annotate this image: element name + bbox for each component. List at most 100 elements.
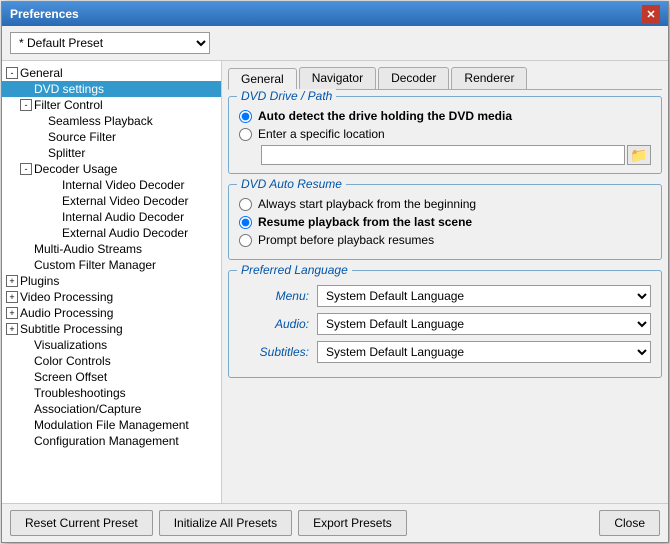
sidebar-item-modulation[interactable]: Modulation File Management <box>2 417 221 433</box>
sidebar-item-cc-label: Color Controls <box>34 354 111 368</box>
always-start-radio[interactable] <box>239 198 252 211</box>
expand-icon-general: - <box>6 67 18 79</box>
path-input[interactable] <box>261 145 625 165</box>
sidebar-item-mod-label: Modulation File Management <box>34 418 189 432</box>
always-start-label[interactable]: Always start playback from the beginning <box>258 197 476 211</box>
sidebar-item-external-audio[interactable]: External Audio Decoder <box>2 225 221 241</box>
audio-lang-label: Audio: <box>239 317 309 331</box>
preferences-window: Preferences ✕ * Default Preset - General… <box>1 1 669 543</box>
sidebar-item-filter-control[interactable]: - Filter Control <box>2 97 221 113</box>
export-presets-button[interactable]: Export Presets <box>298 510 407 536</box>
sidebar-item-troubleshootings[interactable]: Troubleshootings <box>2 385 221 401</box>
sidebar-item-ead-label: External Audio Decoder <box>62 226 188 240</box>
sidebar: - General DVD settings - Filter Control … <box>2 61 222 503</box>
sidebar-item-filter-label: Filter Control <box>34 98 103 112</box>
sidebar-item-visualizations[interactable]: Visualizations <box>2 337 221 353</box>
resume-last-radio[interactable] <box>239 216 252 229</box>
sidebar-item-evd-label: External Video Decoder <box>62 194 189 208</box>
specific-location-radio[interactable] <box>239 128 252 141</box>
prompt-radio[interactable] <box>239 234 252 247</box>
expand-icon-filter: - <box>20 99 32 111</box>
audio-lang-select[interactable]: System Default Language <box>317 313 651 335</box>
sidebar-item-ap-label: Audio Processing <box>20 306 113 320</box>
sidebar-item-iad-label: Internal Audio Decoder <box>62 210 184 224</box>
sidebar-item-general-label: General <box>20 66 63 80</box>
window-close-button[interactable]: ✕ <box>642 5 660 23</box>
sidebar-item-custom-filter[interactable]: Custom Filter Manager <box>2 257 221 273</box>
sidebar-item-seamless-playback[interactable]: Seamless Playback <box>2 113 221 129</box>
sidebar-item-ma-label: Multi-Audio Streams <box>34 242 142 256</box>
subtitles-lang-label: Subtitles: <box>239 345 309 359</box>
specific-location-label[interactable]: Enter a specific location <box>258 127 385 141</box>
sidebar-item-multi-audio[interactable]: Multi-Audio Streams <box>2 241 221 257</box>
sidebar-item-ts-label: Troubleshootings <box>34 386 126 400</box>
menu-lang-row: Menu: System Default Language <box>239 285 651 307</box>
menu-lang-select[interactable]: System Default Language <box>317 285 651 307</box>
close-button[interactable]: Close <box>599 510 660 536</box>
initialize-presets-button[interactable]: Initialize All Presets <box>159 510 292 536</box>
preferred-language-content: Menu: System Default Language Audio: Sys… <box>239 285 651 363</box>
sidebar-item-subp-label: Subtitle Processing <box>20 322 123 336</box>
dvd-auto-resume-content: Always start playback from the beginning… <box>239 197 651 247</box>
sidebar-item-color-controls[interactable]: Color Controls <box>2 353 221 369</box>
menu-lang-label: Menu: <box>239 289 309 303</box>
prompt-label[interactable]: Prompt before playback resumes <box>258 233 434 247</box>
sidebar-item-decoder-label: Decoder Usage <box>34 162 117 176</box>
sidebar-item-splitter-label: Splitter <box>48 146 85 160</box>
sidebar-item-decoder-usage[interactable]: - Decoder Usage <box>2 161 221 177</box>
tab-bar: General Navigator Decoder Renderer <box>228 67 662 90</box>
sidebar-item-config[interactable]: Configuration Management <box>2 433 221 449</box>
sidebar-item-dvd-settings[interactable]: DVD settings <box>2 81 221 97</box>
auto-detect-radio[interactable] <box>239 110 252 123</box>
preferred-language-section: Preferred Language Menu: System Default … <box>228 270 662 378</box>
sidebar-item-source-filter-label: Source Filter <box>48 130 116 144</box>
sidebar-item-general[interactable]: - General <box>2 65 221 81</box>
right-panel: General Navigator Decoder Renderer DVD D… <box>222 61 668 503</box>
sidebar-item-seamless-label: Seamless Playback <box>48 114 153 128</box>
sidebar-item-source-filter[interactable]: Source Filter <box>2 129 221 145</box>
reset-preset-button[interactable]: Reset Current Preset <box>10 510 153 536</box>
expand-icon-decoder: - <box>20 163 32 175</box>
sidebar-item-plugins[interactable]: + Plugins <box>2 273 221 289</box>
sidebar-item-plugins-label: Plugins <box>20 274 59 288</box>
tab-navigator[interactable]: Navigator <box>299 67 376 89</box>
prompt-row: Prompt before playback resumes <box>239 233 651 247</box>
preset-bar: * Default Preset <box>2 26 668 61</box>
preset-select[interactable]: * Default Preset <box>10 32 210 54</box>
browse-button[interactable]: 📁 <box>627 145 651 165</box>
subtitles-lang-select[interactable]: System Default Language <box>317 341 651 363</box>
tab-general[interactable]: General <box>228 68 297 90</box>
expand-icon-plugins: + <box>6 275 18 287</box>
expand-icon-vp: + <box>6 291 18 303</box>
expand-icon-subp: + <box>6 323 18 335</box>
window-body: * Default Preset - General DVD settings … <box>2 26 668 542</box>
always-start-row: Always start playback from the beginning <box>239 197 651 211</box>
auto-detect-label[interactable]: Auto detect the drive holding the DVD me… <box>258 109 512 123</box>
sidebar-item-subtitle-processing[interactable]: + Subtitle Processing <box>2 321 221 337</box>
tab-decoder[interactable]: Decoder <box>378 67 449 89</box>
sidebar-item-ivd-label: Internal Video Decoder <box>62 178 185 192</box>
sidebar-item-audio-processing[interactable]: + Audio Processing <box>2 305 221 321</box>
sidebar-item-splitter[interactable]: Splitter <box>2 145 221 161</box>
sidebar-item-so-label: Screen Offset <box>34 370 107 384</box>
main-content: - General DVD settings - Filter Control … <box>2 61 668 503</box>
sidebar-item-screen-offset[interactable]: Screen Offset <box>2 369 221 385</box>
bottom-left-buttons: Reset Current Preset Initialize All Pres… <box>10 510 407 536</box>
sidebar-item-internal-video[interactable]: Internal Video Decoder <box>2 177 221 193</box>
resume-last-label[interactable]: Resume playback from the last scene <box>258 215 472 229</box>
audio-lang-row: Audio: System Default Language <box>239 313 651 335</box>
dvd-drive-section-label: DVD Drive / Path <box>237 89 336 103</box>
sidebar-item-ac-label: Association/Capture <box>34 402 141 416</box>
sidebar-item-association[interactable]: Association/Capture <box>2 401 221 417</box>
sidebar-item-internal-audio[interactable]: Internal Audio Decoder <box>2 209 221 225</box>
sidebar-item-vis-label: Visualizations <box>34 338 107 352</box>
preferred-language-section-label: Preferred Language <box>237 263 352 277</box>
tab-renderer[interactable]: Renderer <box>451 67 527 89</box>
sidebar-item-conf-label: Configuration Management <box>34 434 179 448</box>
sidebar-item-external-video[interactable]: External Video Decoder <box>2 193 221 209</box>
window-title: Preferences <box>10 7 79 21</box>
dvd-auto-resume-section-label: DVD Auto Resume <box>237 177 346 191</box>
path-input-row: 📁 <box>261 145 651 165</box>
specific-location-row: Enter a specific location <box>239 127 651 141</box>
sidebar-item-video-processing[interactable]: + Video Processing <box>2 289 221 305</box>
